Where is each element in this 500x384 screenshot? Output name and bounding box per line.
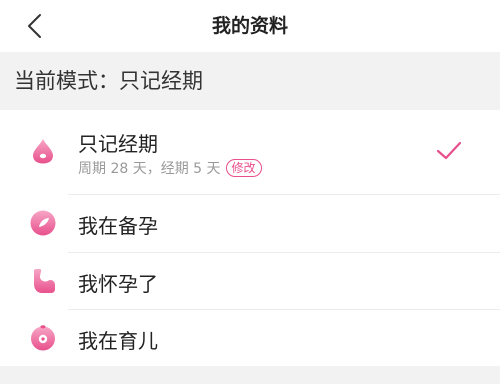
option-parenting[interactable]: 我在育儿 — [0, 309, 500, 366]
edit-button[interactable]: 修改 — [225, 159, 262, 177]
option-label: 我怀孕了 — [78, 272, 158, 296]
current-mode-bar: 当前模式：只记经期 — [0, 52, 500, 110]
baby-icon — [31, 325, 55, 351]
pregnant-icon — [34, 269, 55, 293]
cycle-detail: 周期 28 天，经期 5 天修改 — [78, 158, 262, 178]
cycle-detail-text: 周期 28 天，经期 5 天 — [78, 161, 221, 177]
option-trying-to-conceive[interactable]: 我在备孕 — [0, 194, 500, 252]
droplet-icon — [33, 139, 53, 164]
option-pregnant[interactable]: 我怀孕了 — [0, 252, 500, 309]
page-title: 我的资料 — [211, 15, 288, 37]
option-label: 只记经期 — [78, 132, 158, 156]
option-label: 我在备孕 — [78, 214, 158, 238]
option-label: 我在育儿 — [78, 329, 158, 353]
check-icon — [436, 141, 462, 160]
mode-option-list: 只记经期 周期 28 天，经期 5 天修改 我在备孕 我怀孕了 我在育儿 — [0, 110, 500, 366]
bottom-spacer — [0, 366, 500, 384]
seed-icon — [30, 210, 56, 236]
navigation-bar: 我的资料 — [0, 0, 500, 52]
option-period-only[interactable]: 只记经期 周期 28 天，经期 5 天修改 — [0, 110, 500, 194]
current-mode-text: 当前模式：只记经期 — [14, 69, 203, 93]
